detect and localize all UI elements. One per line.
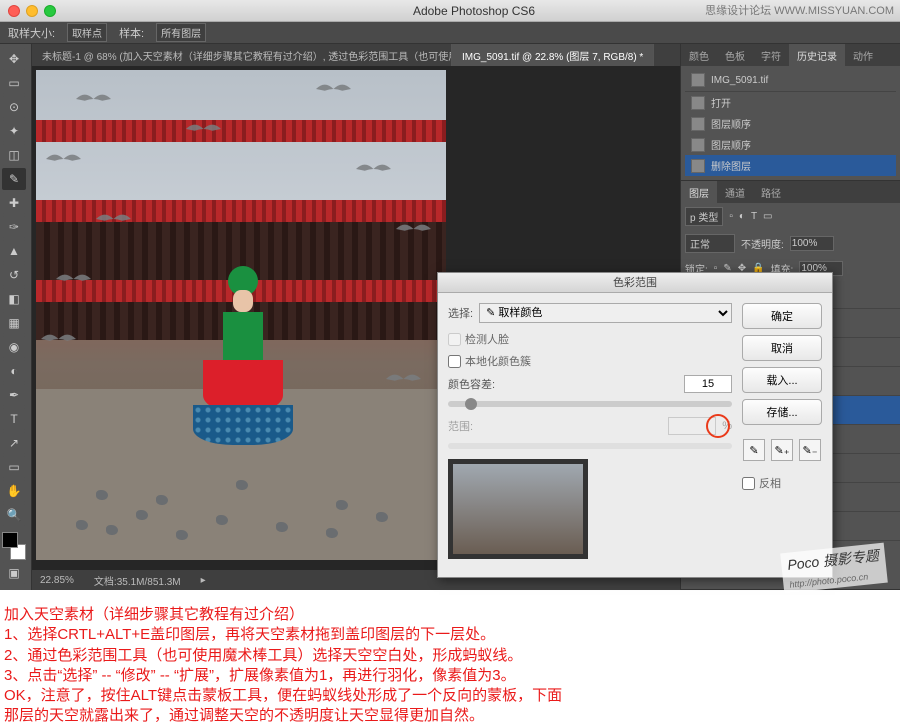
- history-item-1[interactable]: 图层顺序: [685, 113, 896, 134]
- opacity-label: 不透明度:: [741, 236, 784, 251]
- document-tab-0[interactable]: 未标题-1 @ 68% (加入天空素材（详细步骤其它教程有过介绍）, 透过色彩范…: [32, 44, 452, 66]
- minimize-window-button[interactable]: [26, 5, 38, 17]
- sample-size-label: 取样大小:: [8, 25, 55, 41]
- tutorial-text: 加入天空素材（详细步骤其它教程有过介绍） 1、选择CRTL+ALT+E盖印图层，…: [4, 605, 896, 727]
- layer-tab-0[interactable]: 图层: [681, 181, 717, 203]
- heal-tool[interactable]: ✚: [2, 192, 26, 214]
- color-swatches[interactable]: [2, 532, 26, 560]
- history-panel: 颜色色板字符历史记录动作 IMG_5091.tif 打开图层顺序图层顺序删除图层: [681, 44, 900, 181]
- document-tab-1[interactable]: IMG_5091.tif @ 22.8% (图层 7, RGB/8) *: [452, 44, 654, 66]
- marquee-tool[interactable]: ▭: [2, 72, 26, 94]
- blend-mode-dropdown[interactable]: 正常: [685, 234, 735, 253]
- tutorial-line-2: 2、通过色彩范围工具（也可使用魔术棒工具）选择天空空白处，形成蚂蚁线。: [4, 646, 896, 666]
- pen-tool[interactable]: ✒: [2, 384, 26, 406]
- history-file-name: IMG_5091.tif: [711, 75, 768, 86]
- quick-mask-toggle[interactable]: ▣: [2, 562, 26, 584]
- select-dropdown[interactable]: ✎ 取样颜色: [479, 303, 732, 323]
- history-brush-tool[interactable]: ↺: [2, 264, 26, 286]
- tutorial-highlight-ring: [706, 414, 730, 438]
- lasso-tool[interactable]: ⊙: [2, 96, 26, 118]
- layer-filter[interactable]: p 类型: [685, 207, 723, 226]
- filter-pixel-icon[interactable]: ▫: [729, 211, 733, 222]
- invert-checkbox[interactable]: [742, 477, 755, 490]
- status-arrow-icon[interactable]: ▸: [201, 575, 206, 586]
- history-tab-1[interactable]: 色板: [717, 44, 753, 66]
- gradient-tool[interactable]: ▦: [2, 312, 26, 334]
- tutorial-line-4: OK，注意了，按住ALT键点击蒙板工具，便在蚂蚁线处形成了一个反向的蒙板，下面: [4, 686, 896, 706]
- preview-box: [448, 459, 588, 559]
- shape-tool[interactable]: ▭: [2, 456, 26, 478]
- wand-tool[interactable]: ✦: [2, 120, 26, 142]
- tutorial-line-1: 1、选择CRTL+ALT+E盖印图层，再将天空素材拖到盖印图层的下一层处。: [4, 625, 896, 645]
- eraser-tool[interactable]: ◧: [2, 288, 26, 310]
- cancel-button[interactable]: 取消: [742, 335, 822, 361]
- sample-size-dropdown[interactable]: 取样点: [67, 23, 107, 42]
- foreground-color[interactable]: [2, 532, 18, 548]
- opacity-input[interactable]: [790, 236, 834, 251]
- invert-label: 反相: [759, 475, 781, 491]
- localized-checkbox[interactable]: [448, 355, 461, 368]
- history-tab-2[interactable]: 字符: [753, 44, 789, 66]
- layer-tab-1[interactable]: 通道: [717, 181, 753, 203]
- type-tool[interactable]: T: [2, 408, 26, 430]
- history-item-3[interactable]: 删除图层: [685, 155, 896, 176]
- history-tab-0[interactable]: 颜色: [681, 44, 717, 66]
- watermark-top: 思缘设计论坛 WWW.MISSYUAN.COM: [705, 2, 894, 18]
- range-label: 范围:: [448, 418, 473, 434]
- load-button[interactable]: 载入...: [742, 367, 822, 393]
- crop-tool[interactable]: ◫: [2, 144, 26, 166]
- close-window-button[interactable]: [8, 5, 20, 17]
- layer-tab-2[interactable]: 路径: [753, 181, 789, 203]
- move-tool[interactable]: ✥: [2, 48, 26, 70]
- stamp-tool[interactable]: ▲: [2, 240, 26, 262]
- range-slider: [448, 443, 732, 449]
- fuzziness-input[interactable]: [684, 375, 732, 393]
- select-label: 选择:: [448, 305, 473, 321]
- blur-tool[interactable]: ◉: [2, 336, 26, 358]
- sample-label: 样本:: [119, 25, 144, 41]
- history-item-2[interactable]: 图层顺序: [685, 134, 896, 155]
- ok-button[interactable]: 确定: [742, 303, 822, 329]
- history-tab-3[interactable]: 历史记录: [789, 44, 845, 66]
- save-button[interactable]: 存储...: [742, 399, 822, 425]
- history-tab-4[interactable]: 动作: [845, 44, 881, 66]
- detect-faces-checkbox: [448, 333, 461, 346]
- eyedropper-tool[interactable]: ✎: [2, 168, 26, 190]
- hand-tool[interactable]: ✋: [2, 480, 26, 502]
- filter-adj-icon[interactable]: ◐: [739, 211, 745, 222]
- options-bar: 取样大小: 取样点 样本: 所有图层: [0, 22, 900, 44]
- history-item-0[interactable]: 打开: [685, 92, 896, 113]
- filter-text-icon[interactable]: T: [751, 211, 757, 222]
- tutorial-line-0: 加入天空素材（详细步骤其它教程有过介绍）: [4, 605, 896, 625]
- filter-shape-icon[interactable]: ▭: [763, 211, 772, 222]
- detect-faces-label: 检测人脸: [465, 331, 509, 347]
- canvas-image: [36, 70, 446, 560]
- file-size: 文档:35.1M/851.3M: [94, 573, 181, 588]
- tool-sidebar: ✥ ▭ ⊙ ✦ ◫ ✎ ✚ ✑ ▲ ↺ ◧ ▦ ◉ ◐ ✒ T ↗ ▭ ✋ 🔍 …: [0, 44, 32, 590]
- fuzziness-label: 颜色容差:: [448, 376, 495, 392]
- dialog-title: 色彩范围: [438, 273, 832, 293]
- document-tabs: 未标题-1 @ 68% (加入天空素材（详细步骤其它教程有过介绍）, 透过色彩范…: [32, 44, 680, 66]
- brush-tool[interactable]: ✑: [2, 216, 26, 238]
- zoom-level[interactable]: 22.85%: [40, 575, 74, 586]
- path-tool[interactable]: ↗: [2, 432, 26, 454]
- eyedropper-sub-icon[interactable]: ✎₋: [799, 439, 821, 461]
- tutorial-line-3: 3、点击“选择” -- “修改” -- “扩展”，扩展像素值为1，再进行羽化，像…: [4, 666, 896, 686]
- zoom-window-button[interactable]: [44, 5, 56, 17]
- color-range-dialog: 色彩范围 选择: ✎ 取样颜色 检测人脸 本地化颜色簇 颜色容差: 范围: %: [437, 272, 833, 578]
- history-source[interactable]: IMG_5091.tif: [685, 70, 896, 92]
- eyedropper-add-icon[interactable]: ✎₊: [771, 439, 793, 461]
- eyedropper-icon[interactable]: ✎: [743, 439, 765, 461]
- fuzziness-slider[interactable]: [448, 401, 732, 407]
- dodge-tool[interactable]: ◐: [2, 360, 26, 382]
- sample-dropdown[interactable]: 所有图层: [156, 23, 206, 42]
- zoom-tool[interactable]: 🔍: [2, 504, 26, 526]
- localized-label: 本地化颜色簇: [465, 353, 531, 369]
- tutorial-line-5: 那层的天空就露出来了，通过调整天空的不透明度让天空显得更加自然。: [4, 706, 896, 726]
